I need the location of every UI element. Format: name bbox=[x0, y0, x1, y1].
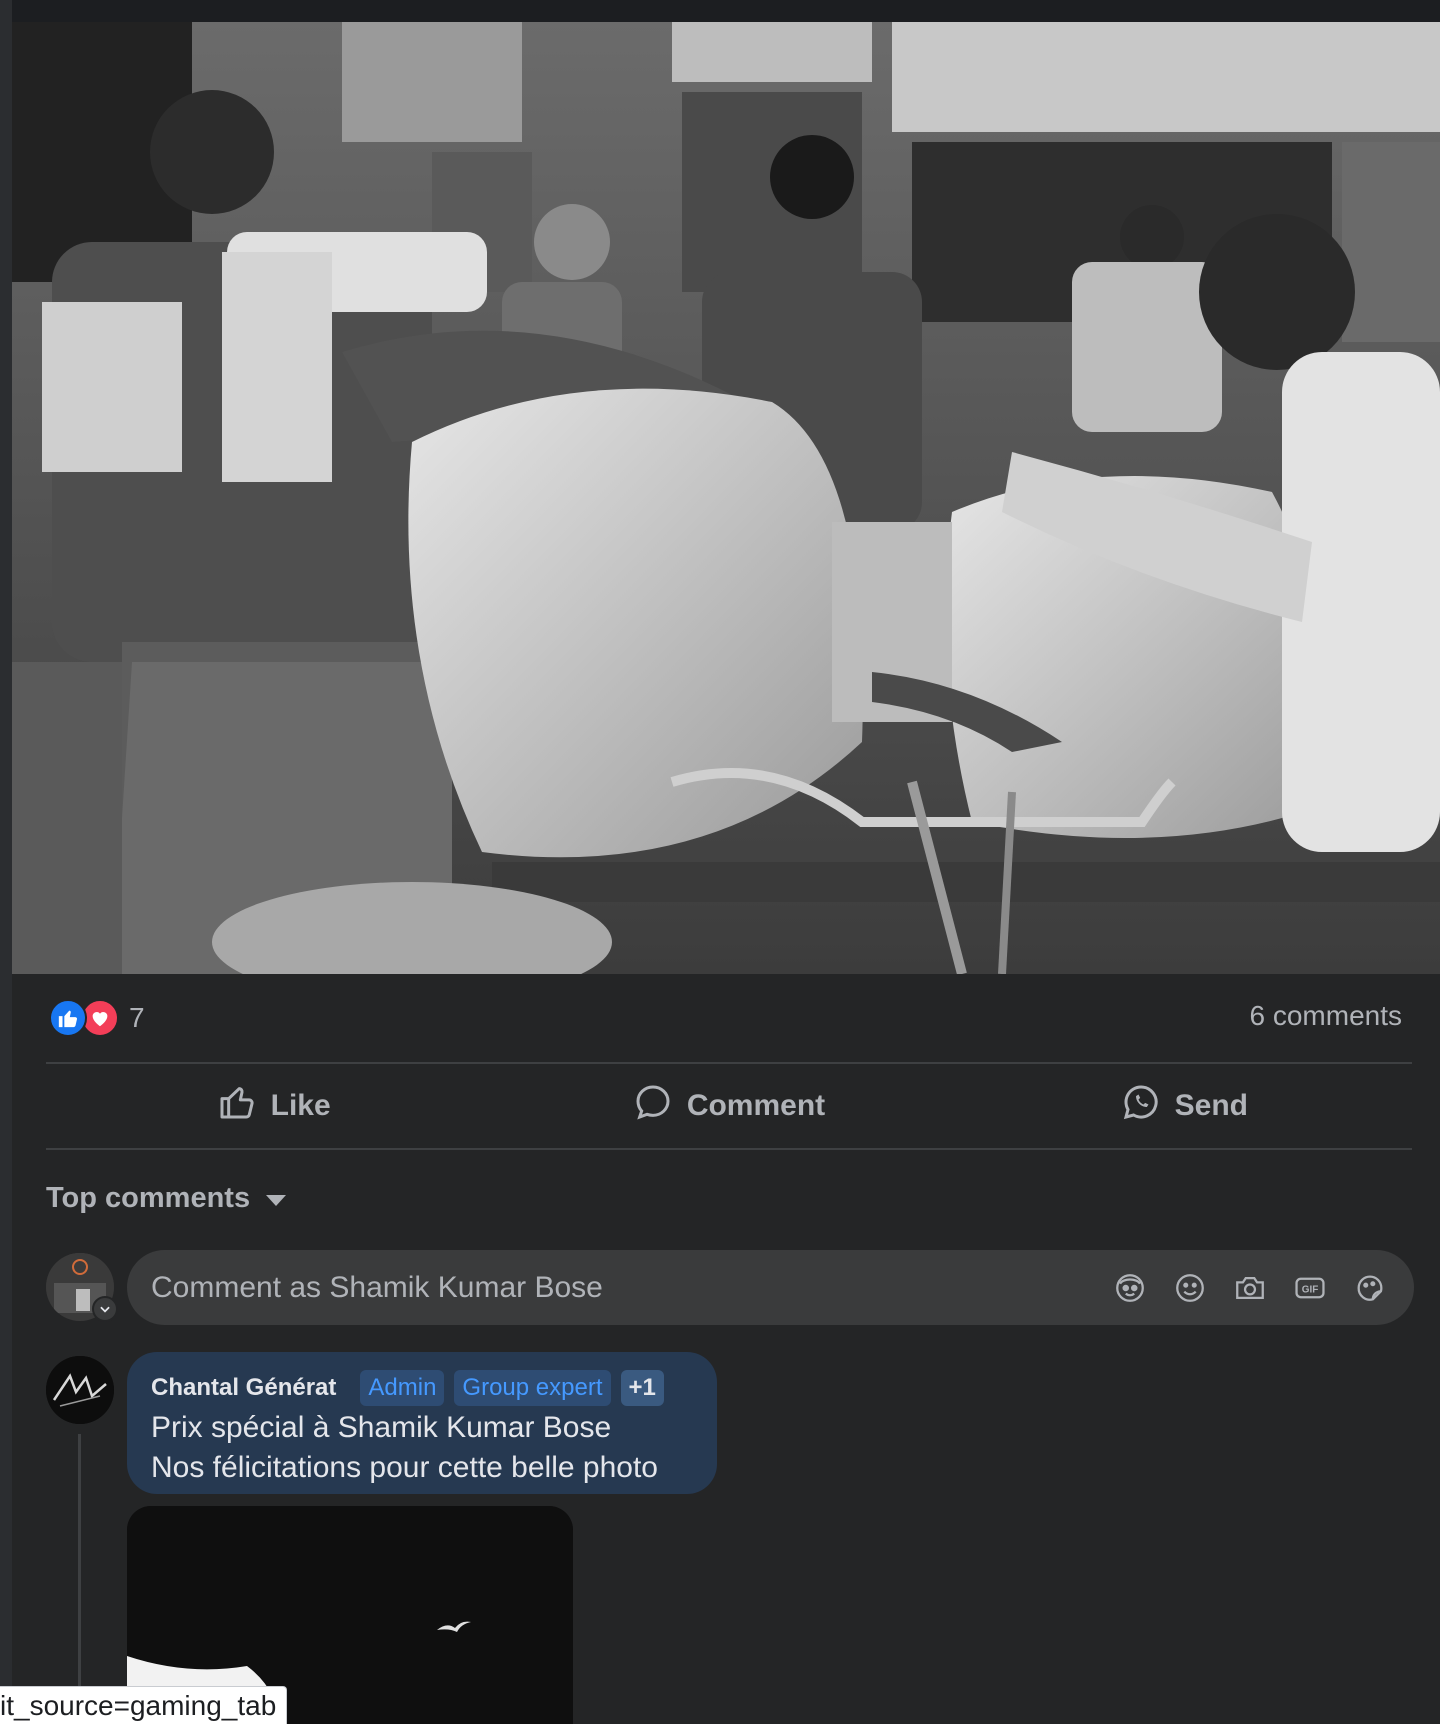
window-top-strip bbox=[0, 0, 1440, 22]
divider bbox=[46, 1148, 1412, 1150]
reaction-summary[interactable]: 7 bbox=[49, 998, 145, 1038]
comment-button-label: Comment bbox=[686, 1089, 826, 1122]
link-status-bar: it_source=gaming_tab bbox=[0, 1686, 288, 1724]
send-button[interactable]: Send bbox=[957, 1065, 1412, 1147]
emoji-icon[interactable] bbox=[1172, 1270, 1208, 1306]
whatsapp-icon bbox=[1121, 1082, 1161, 1130]
comment-button[interactable]: Comment bbox=[501, 1065, 956, 1147]
group-expert-badge[interactable]: Group expert bbox=[454, 1370, 611, 1406]
thumbs-up-icon bbox=[217, 1082, 257, 1130]
comment-sort-label: Top comments bbox=[46, 1182, 251, 1214]
more-badges-button[interactable]: +1 bbox=[620, 1370, 664, 1406]
post-photo-image bbox=[12, 22, 1440, 974]
svg-text:GIF: GIF bbox=[1302, 1284, 1319, 1295]
post-photo[interactable] bbox=[12, 22, 1440, 974]
reaction-count: 7 bbox=[129, 1002, 145, 1033]
commenter-avatar[interactable] bbox=[46, 1356, 114, 1424]
comment-author-name[interactable]: Chantal Générat bbox=[151, 1374, 336, 1402]
post-card: 7 6 comments Like Comment Send Top comme… bbox=[12, 22, 1440, 1724]
like-reaction-icon bbox=[49, 999, 87, 1037]
caret-down-icon bbox=[266, 1195, 287, 1206]
like-button-label: Like bbox=[270, 1089, 331, 1122]
comment-bubble-icon bbox=[633, 1082, 673, 1130]
comment-sort-dropdown[interactable]: Top comments bbox=[46, 1182, 287, 1215]
gif-icon[interactable]: GIF bbox=[1292, 1270, 1328, 1306]
comment-text-line: Prix spécial à Shamik Kumar Bose bbox=[151, 1411, 612, 1444]
comment-bubble: Chantal Générat Admin Group expert +1 Pr… bbox=[127, 1352, 717, 1494]
comment-input[interactable] bbox=[151, 1270, 1112, 1305]
avatar-sticker-icon[interactable] bbox=[1112, 1270, 1148, 1306]
admin-badge[interactable]: Admin bbox=[360, 1370, 445, 1406]
send-button-label: Send bbox=[1174, 1089, 1248, 1122]
left-scroll-strip bbox=[0, 0, 12, 1724]
comment-header: Chantal Générat Admin Group expert +1 bbox=[151, 1368, 693, 1408]
camera-icon[interactable] bbox=[1232, 1270, 1268, 1306]
comments-count-link[interactable]: 6 comments bbox=[1250, 1000, 1403, 1032]
reply-thread-line bbox=[78, 1434, 81, 1704]
divider bbox=[46, 1062, 1412, 1064]
like-button[interactable]: Like bbox=[46, 1065, 501, 1147]
composer-icons: GIF bbox=[1112, 1270, 1414, 1306]
sticker-icon[interactable] bbox=[1352, 1270, 1388, 1306]
comment-composer: GIF bbox=[127, 1250, 1414, 1325]
comment-text-line: Nos félicitations pour cette belle photo bbox=[151, 1451, 658, 1484]
post-actions-bar: Like Comment Send bbox=[46, 1065, 1412, 1147]
account-switch-chevron-icon[interactable] bbox=[92, 1296, 118, 1322]
